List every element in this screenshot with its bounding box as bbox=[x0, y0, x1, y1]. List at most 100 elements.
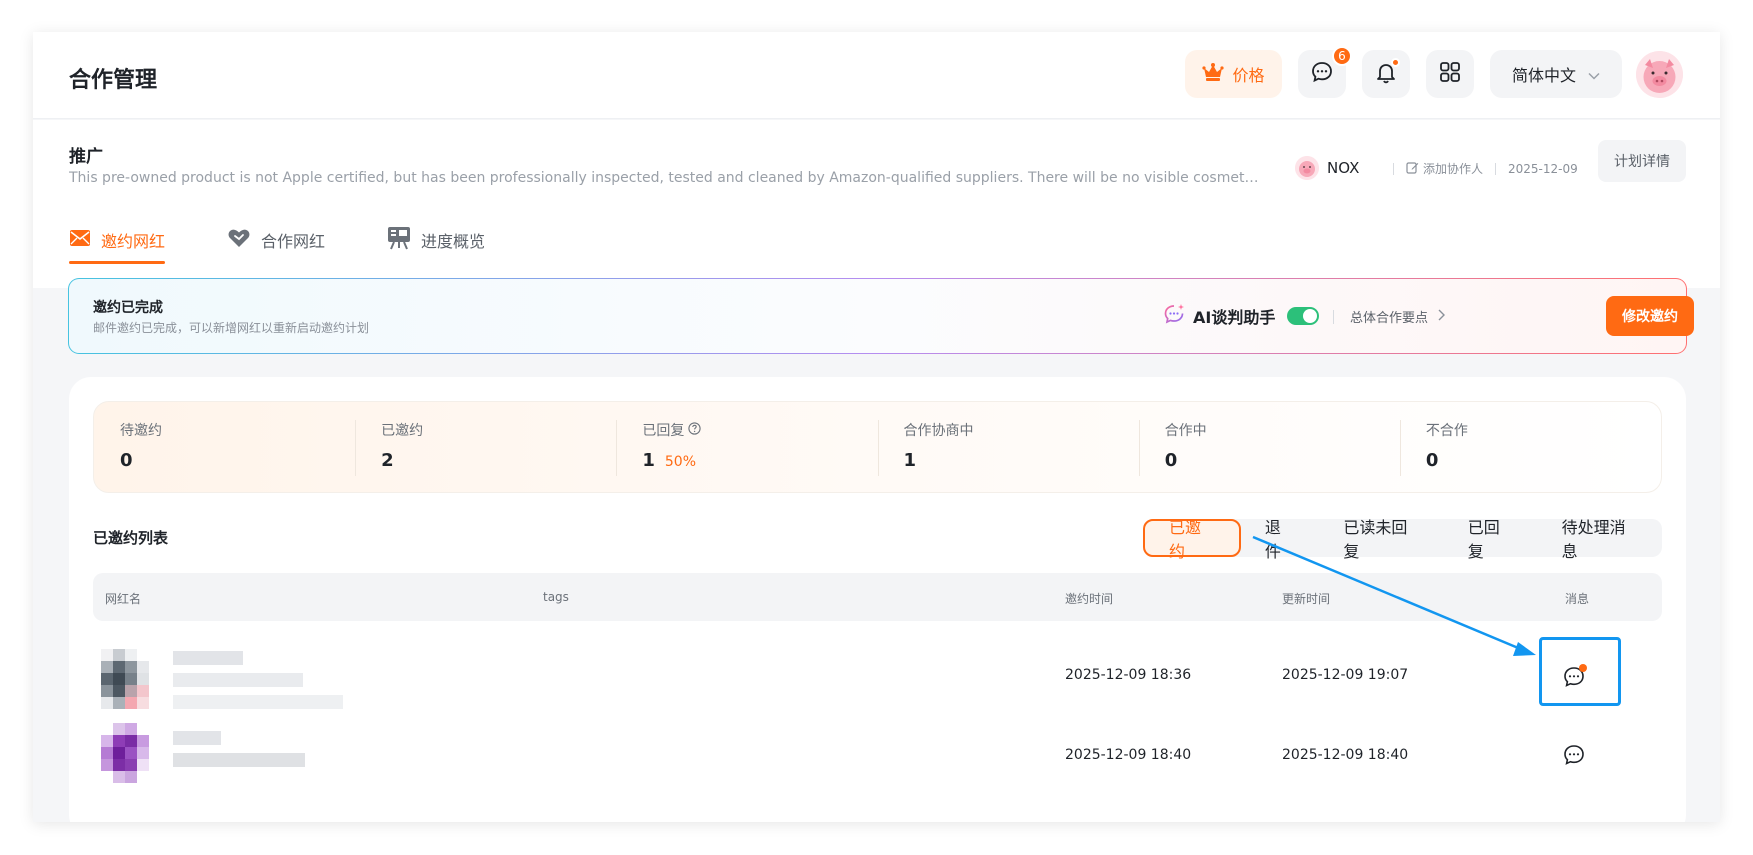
influencer-name-blurred bbox=[173, 651, 343, 717]
tab-invite-influencers[interactable]: 邀约网红 bbox=[69, 216, 166, 264]
cooperation-points-label: 总体合作要点 bbox=[1350, 311, 1429, 326]
filter-read-unreplied[interactable]: 已读未回复 bbox=[1319, 518, 1443, 561]
table-row[interactable]: 2025-12-09 18:40 2025-12-09 18:40 bbox=[93, 717, 1662, 795]
edit-icon bbox=[1406, 161, 1419, 177]
stat-value: 1 bbox=[903, 450, 917, 471]
column-header: 消息 bbox=[1565, 592, 1590, 606]
invite-list-card: 待邀约 0 已邀约 2 已回复 1 50% 合作协商中 1 合作中 0 不合作 … bbox=[69, 377, 1686, 822]
tab-cooperating-influencers[interactable]: 合作网红 bbox=[227, 216, 325, 264]
banner-title: 邀约已完成 bbox=[93, 300, 163, 316]
stat-value: 0 bbox=[1164, 450, 1178, 471]
campaign-description: This pre-owned product is not Apple cert… bbox=[69, 170, 1259, 186]
chevron-down-icon bbox=[1588, 65, 1600, 84]
stat-label: 已邀约 bbox=[381, 423, 424, 439]
status-filter-tabs: 已邀约 退件 已读未回复 已回复 待处理消息 bbox=[1143, 518, 1662, 561]
help-circle-icon[interactable] bbox=[688, 421, 701, 439]
stat-negotiating: 合作协商中 1 bbox=[877, 402, 1139, 492]
crown-icon bbox=[1202, 62, 1225, 86]
tab-progress-overview[interactable]: 进度概览 bbox=[387, 216, 485, 264]
campaign-meta: 添加协作人 2025-12-09 bbox=[1393, 160, 1578, 177]
notifications-button[interactable] bbox=[1362, 50, 1410, 98]
stat-value: 2 bbox=[381, 450, 394, 471]
stat-pending: 待邀约 0 bbox=[94, 402, 355, 492]
top-bar: 合作管理 价格 6 简体中文 bbox=[33, 32, 1720, 119]
user-avatar[interactable] bbox=[1636, 51, 1683, 98]
modify-invite-button[interactable]: 修改邀约 bbox=[1606, 296, 1694, 336]
divider bbox=[1333, 309, 1334, 324]
divider bbox=[1495, 162, 1497, 175]
stat-label: 不合作 bbox=[1425, 423, 1468, 439]
grid-icon bbox=[1439, 61, 1461, 87]
highlight-box bbox=[1539, 637, 1621, 706]
column-header: 更新时间 bbox=[1282, 592, 1331, 606]
messages-button[interactable]: 6 bbox=[1298, 46, 1352, 98]
update-time: 2025-12-09 19:07 bbox=[1282, 667, 1409, 683]
brand-name: NOX bbox=[1327, 159, 1360, 177]
stat-cooperating: 合作中 0 bbox=[1138, 402, 1400, 492]
update-time: 2025-12-09 18:40 bbox=[1282, 747, 1409, 763]
invite-time: 2025-12-09 18:40 bbox=[1065, 747, 1192, 763]
influencer-name-blurred bbox=[173, 731, 305, 775]
influencer-avatar bbox=[101, 649, 149, 709]
stat-label: 合作协商中 bbox=[903, 423, 974, 439]
campaign-title: 推广 bbox=[69, 147, 103, 167]
language-label: 简体中文 bbox=[1511, 66, 1576, 85]
column-header: 邀约时间 bbox=[1065, 592, 1114, 606]
table-header: 网红名 tags 邀约时间 更新时间 消息 bbox=[93, 573, 1662, 621]
handshake-icon bbox=[227, 227, 251, 253]
chevron-right-icon bbox=[1438, 309, 1446, 325]
reply-rate: 50% bbox=[664, 454, 696, 470]
chat-icon bbox=[1562, 743, 1586, 771]
language-select[interactable]: 简体中文 bbox=[1490, 50, 1622, 98]
add-collaborator-label: 添加协作人 bbox=[1423, 162, 1484, 176]
filter-bounced[interactable]: 退件 bbox=[1241, 518, 1320, 561]
filter-replied[interactable]: 已回复 bbox=[1444, 518, 1538, 561]
column-header: tags bbox=[543, 590, 569, 604]
stat-value: 1 bbox=[642, 450, 655, 471]
ai-chat-icon bbox=[1163, 303, 1185, 329]
cooperation-points-link[interactable]: 总体合作要点 bbox=[1333, 307, 1446, 326]
page-title: 合作管理 bbox=[69, 68, 158, 93]
presentation-icon bbox=[387, 226, 411, 254]
stat-replied: 已回复 1 50% bbox=[616, 402, 877, 492]
divider bbox=[1393, 162, 1394, 175]
chat-icon bbox=[1310, 60, 1334, 88]
stat-declined: 不合作 0 bbox=[1399, 402, 1661, 492]
price-label: 价格 bbox=[1232, 66, 1265, 85]
message-button[interactable] bbox=[1554, 737, 1594, 777]
stat-value: 0 bbox=[1425, 450, 1439, 471]
invite-time: 2025-12-09 18:36 bbox=[1065, 667, 1192, 683]
stat-label: 待邀约 bbox=[120, 423, 162, 439]
brand-tag: NOX bbox=[1295, 156, 1359, 180]
stat-label: 已回复 bbox=[642, 423, 685, 439]
stat-invited: 已邀约 2 bbox=[355, 402, 616, 492]
plan-details-button[interactable]: 计划详情 bbox=[1598, 140, 1686, 182]
stats-bar: 待邀约 0 已邀约 2 已回复 1 50% 合作协商中 1 合作中 0 不合作 … bbox=[93, 401, 1662, 493]
price-button[interactable]: 价格 bbox=[1185, 50, 1282, 98]
list-title: 已邀约列表 bbox=[93, 529, 169, 547]
influencer-avatar bbox=[101, 723, 149, 783]
tab-label: 进度概览 bbox=[421, 232, 486, 251]
ai-assistant-label: AI谈判助手 bbox=[1193, 308, 1276, 327]
stat-label: 合作中 bbox=[1164, 423, 1207, 439]
invite-status-banner: 邀约已完成 邮件邀约已完成，可以新增网红以重新启动邀约计划 AI谈判助手 总体合… bbox=[68, 278, 1694, 354]
stat-value: 0 bbox=[120, 450, 133, 471]
apps-button[interactable] bbox=[1426, 50, 1474, 98]
app-window: 合作管理 价格 6 简体中文 推广 This pre-owned product… bbox=[33, 32, 1720, 822]
envelope-icon bbox=[69, 229, 91, 251]
table-row[interactable]: 2025-12-09 18:36 2025-12-09 19:07 bbox=[93, 637, 1662, 715]
column-header: 网红名 bbox=[105, 592, 142, 606]
ai-assistant-toggle[interactable] bbox=[1287, 307, 1320, 325]
add-collaborator-link[interactable]: 添加协作人 bbox=[1406, 160, 1483, 177]
tab-label: 合作网红 bbox=[261, 232, 326, 251]
notification-dot bbox=[1391, 58, 1400, 67]
campaign-date: 2025-12-09 bbox=[1508, 161, 1578, 176]
message-count-badge: 6 bbox=[1332, 46, 1352, 66]
campaign-section: 推广 This pre-owned product is not Apple c… bbox=[33, 120, 1720, 288]
tab-label: 邀约网红 bbox=[101, 232, 166, 251]
ai-assistant: AI谈判助手 bbox=[1163, 303, 1320, 329]
banner-subtitle: 邮件邀约已完成，可以新增网红以重新启动邀约计划 bbox=[93, 321, 370, 335]
filter-pending-messages[interactable]: 待处理消息 bbox=[1538, 518, 1662, 561]
brand-avatar bbox=[1295, 156, 1319, 180]
filter-invited[interactable]: 已邀约 bbox=[1143, 518, 1241, 561]
